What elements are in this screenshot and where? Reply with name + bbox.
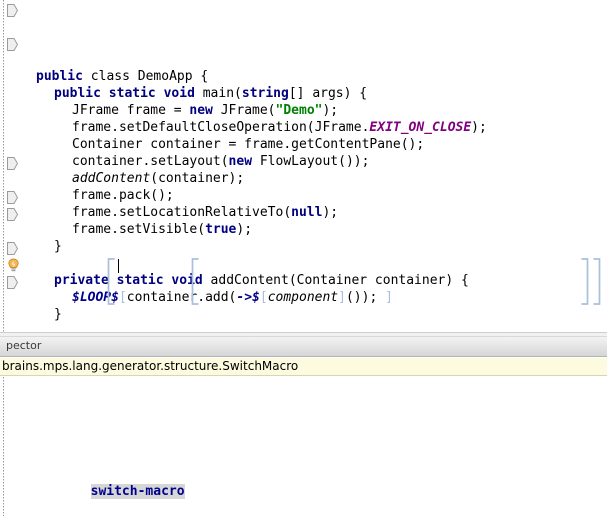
code-token: public xyxy=(54,86,101,101)
code-token: JFrame( xyxy=(212,103,276,118)
code-token: [ xyxy=(118,290,127,305)
fold-arrow-icon[interactable] xyxy=(7,4,18,17)
code-token: true xyxy=(205,222,237,237)
code-token: (container); xyxy=(150,171,245,186)
inspector-node-title[interactable]: switch-macro xyxy=(0,463,607,499)
inspector-content[interactable]: switch-macro comment:<none>mapping label… xyxy=(0,377,607,516)
fold-arrow-icon[interactable] xyxy=(7,191,18,204)
bracket-marker-right-outer xyxy=(593,258,601,305)
code-token: } xyxy=(54,307,62,322)
code-token: [] args) { xyxy=(288,86,368,101)
fold-arrow-icon[interactable] xyxy=(7,38,18,51)
code-editor-pane[interactable]: public class DemoApp {public static void… xyxy=(0,0,607,332)
code-token: ->$ xyxy=(236,290,260,305)
code-token: [ xyxy=(259,290,268,305)
fold-arrow-icon[interactable] xyxy=(7,157,18,170)
code-line[interactable]: JFrame frame = new JFrame("Demo"); xyxy=(22,102,607,119)
code-token: main( xyxy=(194,86,242,101)
code-token: string xyxy=(241,86,289,101)
code-token: Container container = frame.getContentPa… xyxy=(72,137,425,152)
code-line[interactable]: } xyxy=(22,238,607,255)
code-token: frame.setVisible( xyxy=(72,222,206,237)
gutter-dotted-rule xyxy=(3,0,4,332)
code-line[interactable]: public class DemoApp { xyxy=(22,68,607,85)
code-token: null xyxy=(291,205,323,220)
fold-arrow-icon[interactable] xyxy=(7,242,18,255)
inspector-tab-bar[interactable]: pector xyxy=(0,337,607,357)
code-token: { xyxy=(192,69,209,84)
code-line[interactable]: frame.setDefaultCloseOperation(JFrame.EX… xyxy=(22,119,607,136)
bracket-marker-left-outer xyxy=(107,258,115,305)
code-token: ); xyxy=(236,222,253,237)
code-line[interactable]: } xyxy=(22,306,607,323)
code-token: void xyxy=(163,86,195,101)
fold-arrow-icon[interactable] xyxy=(7,208,18,221)
code-token: ] xyxy=(338,290,346,305)
mps-editor-window: public class DemoApp {public static void… xyxy=(0,0,607,516)
breadcrumb: brains.mps.lang.generator.structure.Swit… xyxy=(0,358,607,376)
code-token: static xyxy=(116,273,164,288)
code-token: container.add( xyxy=(126,290,237,305)
code-token: EXIT_ON_CLOSE xyxy=(369,120,472,135)
code-token: class xyxy=(82,69,138,84)
code-token: component xyxy=(267,290,339,305)
code-token: } xyxy=(54,239,62,254)
code-line[interactable]: frame.pack(); xyxy=(22,187,607,204)
code-token: container.setLayout( xyxy=(72,154,229,169)
code-token: new xyxy=(228,154,253,169)
code-token: DemoApp xyxy=(137,69,193,84)
code-token: frame.setLocationRelativeTo( xyxy=(72,205,292,220)
code-token: static xyxy=(108,86,156,101)
code-token: frame.setDefaultCloseOperation(JFrame. xyxy=(72,120,370,135)
code-token: ()); xyxy=(345,290,378,305)
code-token: new xyxy=(189,103,213,118)
node-name-label[interactable]: switch-macro xyxy=(90,484,185,499)
lightbulb-icon[interactable] xyxy=(7,258,20,273)
code-line[interactable]: public static void main(string[] args) { xyxy=(22,85,607,102)
code-token: ); xyxy=(471,120,487,135)
code-token: public xyxy=(36,69,83,84)
code-line[interactable]: frame.setLocationRelativeTo(null); xyxy=(22,204,607,221)
code-line[interactable]: Container container = frame.getContentPa… xyxy=(22,136,607,153)
code-token: ); xyxy=(322,103,339,118)
text-caret xyxy=(118,259,119,273)
inspector-pane[interactable]: switch-macro comment:<none>mapping label… xyxy=(0,377,607,516)
code-line[interactable]: container.setLayout(new FlowLayout()); xyxy=(22,153,607,170)
code-token: ] xyxy=(377,290,393,305)
code-token: FlowLayout()); xyxy=(252,154,370,169)
code-token: addContent(Container container) { xyxy=(202,273,469,288)
code-token: frame.pack(); xyxy=(72,188,174,203)
bracket-marker-left-inner xyxy=(191,258,199,305)
code-token: addContent xyxy=(72,171,151,186)
code-line[interactable]: addContent(container); xyxy=(22,170,607,187)
code-token: ); xyxy=(322,205,339,220)
code-token: JFrame frame = xyxy=(72,103,190,118)
bracket-marker-right-inner xyxy=(581,258,589,305)
code-token: "Demo" xyxy=(275,103,323,118)
fold-arrow-icon[interactable] xyxy=(7,276,18,289)
code-line[interactable]: frame.setVisible(true); xyxy=(22,221,607,238)
editor-gutter[interactable] xyxy=(0,0,22,332)
code-token: private xyxy=(54,273,109,288)
tab-inspector[interactable]: pector xyxy=(0,337,49,356)
